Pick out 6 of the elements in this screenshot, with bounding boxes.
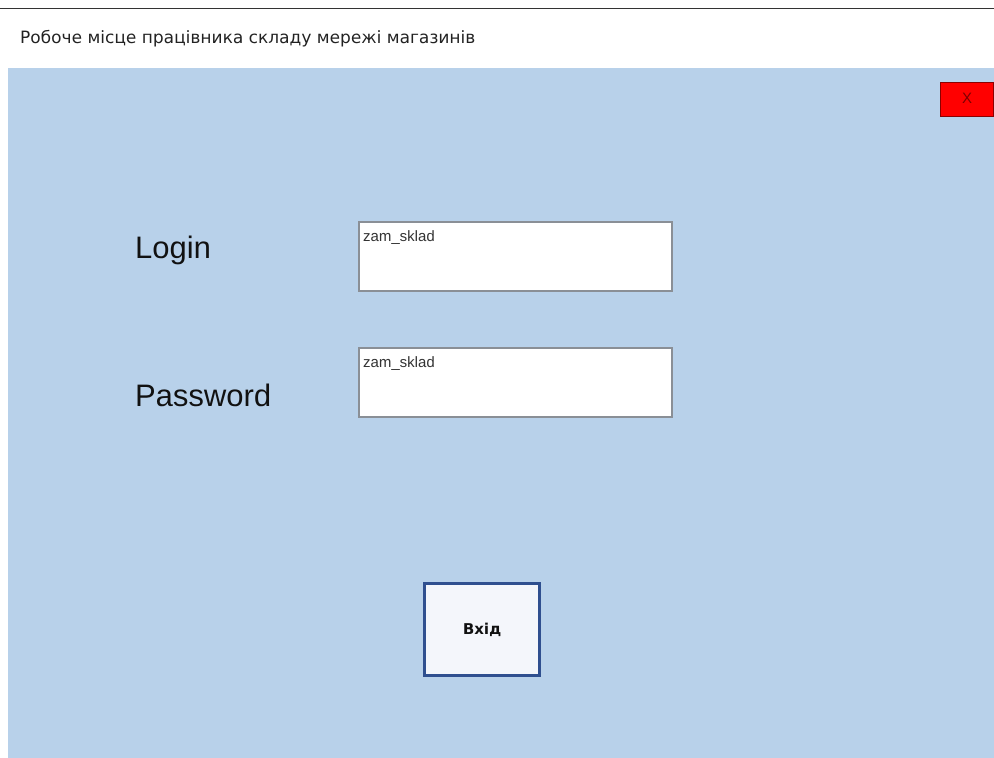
field-label: Login [135, 229, 212, 267]
login-button[interactable]: Вхід [423, 582, 541, 676]
window-title: Робоче місце працівника складу мережі магазинів [20, 26, 476, 50]
field-label: Password [135, 377, 272, 415]
input-field[interactable]: zam_sklad [358, 221, 673, 292]
input-field[interactable]: zam_sklad [358, 347, 673, 418]
